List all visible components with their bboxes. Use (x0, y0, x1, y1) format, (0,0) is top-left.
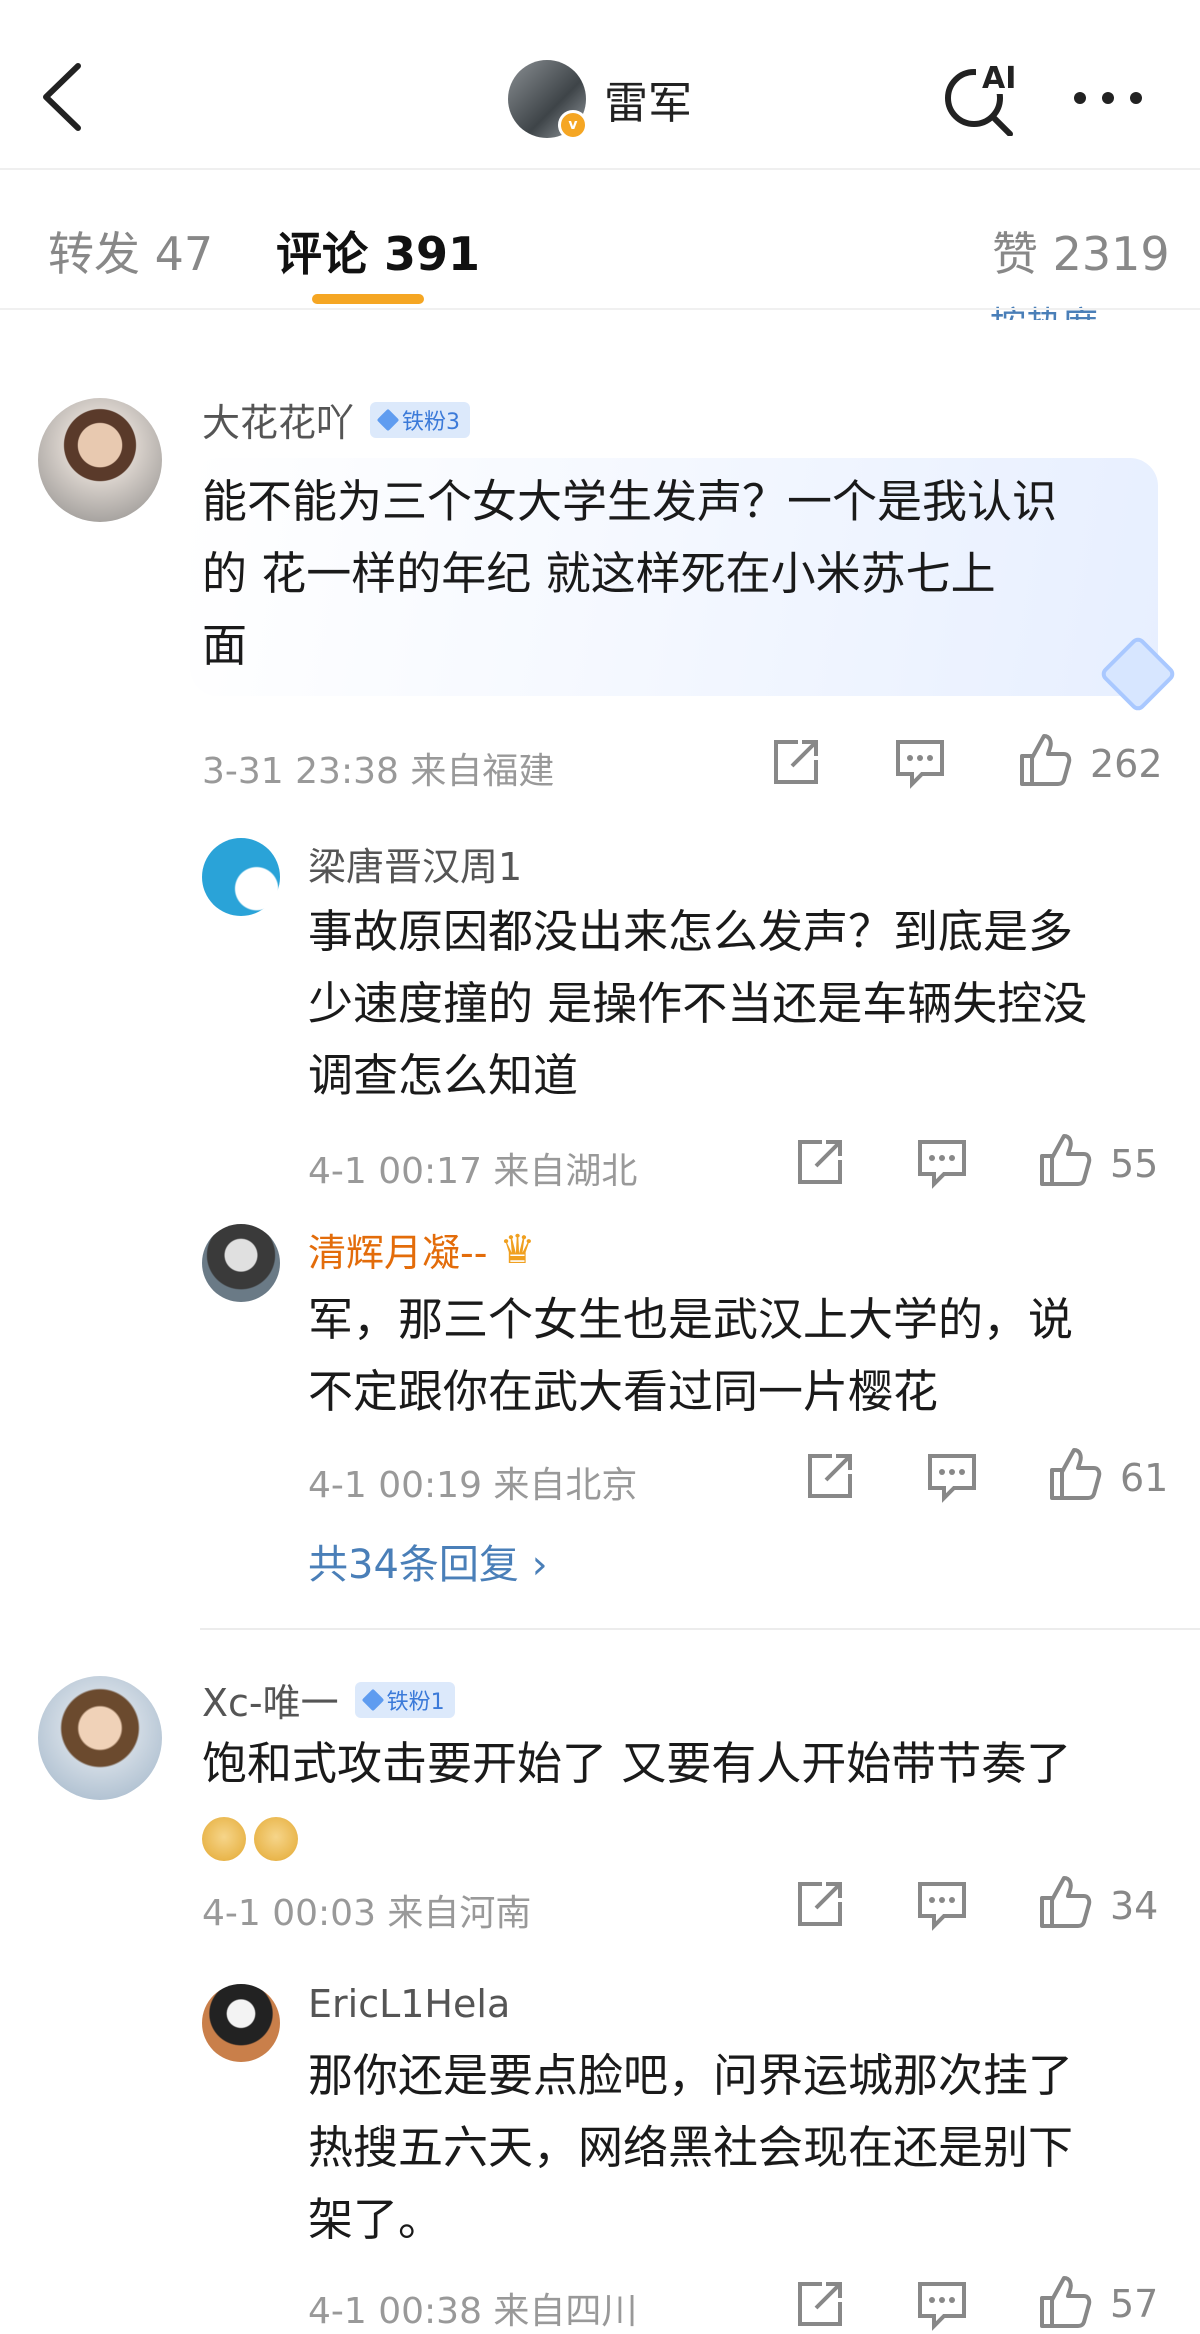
comment-icon[interactable] (914, 1134, 970, 1190)
username-text: 清辉月凝-- (308, 1231, 488, 1275)
reply-line: 架了。 (308, 2193, 444, 2246)
tab-bar: 转发 47 评论 391 赞 2319 (0, 170, 1200, 310)
avatar[interactable] (202, 1984, 280, 2062)
fan-badge: 铁粉3 (370, 401, 471, 438)
diamond-icon (376, 408, 400, 431)
reply-meta: 4-1 00:38 来自四川 (308, 2291, 638, 2332)
tab-comments[interactable]: 评论 391 (276, 218, 480, 284)
comment-line: 面 (202, 619, 248, 672)
avatar[interactable]: v (508, 60, 588, 140)
comment-icon[interactable] (892, 734, 948, 790)
avatar[interactable] (202, 838, 280, 916)
more-dots-icon[interactable] (1070, 70, 1146, 126)
share-icon[interactable] (802, 1448, 858, 1504)
comment-username[interactable]: 大花花吖 铁粉3 (202, 392, 471, 447)
emoji-row (202, 1800, 1071, 1872)
reply-meta: 4-1 00:17 来自湖北 (308, 1151, 638, 1192)
share-icon[interactable] (768, 734, 824, 790)
verified-icon: v (558, 110, 588, 140)
like-count: 262 (1090, 742, 1163, 786)
like-count: 34 (1110, 1884, 1159, 1928)
comment-line: 的 花一样的年纪 就这样死在小米苏七上 (202, 547, 996, 600)
comment-line: 饱和式攻击要开始了 又要有人开始带节奏了 (202, 1737, 1072, 1790)
comment-meta: 4-1 00:03 来自河南 (202, 1893, 532, 1934)
reply-text: 那你还是要点脸吧，问界运城那次挂了 热搜五六天，网络黑社会现在还是别下 架了。 (308, 2040, 1073, 2256)
divider (200, 1628, 1200, 1630)
avatar[interactable] (202, 1224, 280, 1302)
tab-reposts[interactable]: 转发 47 (48, 218, 213, 284)
username-text: 大花花吖 (202, 401, 355, 445)
diamond-icon (361, 1688, 384, 1711)
share-icon[interactable] (792, 1876, 848, 1932)
username-text: Xc-唯一 (202, 1681, 339, 1725)
comment-icon[interactable] (914, 2276, 970, 2332)
view-more-replies-link[interactable]: 共34条回复 › (308, 1532, 548, 1590)
active-tab-indicator (312, 294, 424, 304)
share-icon[interactable] (792, 1134, 848, 1190)
share-icon[interactable] (792, 2276, 848, 2332)
reply-line: 军，那三个女生也是武汉上大学的，说 (308, 1293, 1074, 1346)
fan-badge-label: 铁粉1 (386, 1689, 445, 1715)
thumbs-up-icon[interactable] (1046, 1446, 1102, 1502)
thumbs-up-icon[interactable] (1016, 732, 1072, 788)
back-icon[interactable] (38, 60, 88, 134)
comment-line: 能不能为三个女大学生发声？一个是我认识 (202, 475, 1058, 528)
reply-meta: 4-1 00:19 来自北京 (308, 1465, 638, 1506)
account-name: 雷军 (604, 78, 692, 129)
doge-emoji-icon (254, 1817, 298, 1861)
like-count: 61 (1120, 1456, 1169, 1500)
thumbs-up-icon[interactable] (1036, 1874, 1092, 1930)
reply-line: 热搜五六天，网络黑社会现在还是别下 (308, 2121, 1074, 2174)
reply-line: 调查怎么知道 (308, 1049, 579, 1102)
comment-text: 饱和式攻击要开始了 又要有人开始带节奏了 (202, 1728, 1071, 1872)
comment-icon[interactable] (914, 1876, 970, 1932)
like-count: 57 (1110, 2282, 1159, 2326)
comment-text: 能不能为三个女大学生发声？一个是我认识 的 花一样的年纪 就这样死在小米苏七上 … (202, 466, 1057, 682)
ai-search-icon[interactable]: AI (940, 56, 1020, 136)
thumbs-up-icon[interactable] (1036, 2274, 1092, 2330)
tab-likes[interactable]: 赞 2319 (992, 218, 1170, 284)
reply-line: 不定跟你在武大看过同一片樱花 (308, 1365, 939, 1418)
reply-line: 事故原因都没出来怎么发声？到底是多 (308, 905, 1074, 958)
ai-label: AI (982, 61, 1016, 96)
reply-line: 少速度撞的 是操作不当还是车辆失控没 (308, 977, 1088, 1030)
reply-text: 事故原因都没出来怎么发声？到底是多 少速度撞的 是操作不当还是车辆失控没 调查怎… (308, 896, 1087, 1112)
reply-username[interactable]: EricL1Hela (308, 1982, 510, 2026)
top-bar: v 雷军 AI (0, 0, 1200, 170)
reply-username[interactable]: 梁唐晋汉周1 (308, 836, 522, 891)
comment-username[interactable]: Xc-唯一 铁粉1 (202, 1672, 455, 1727)
reply-line: 那你还是要点脸吧，问界运城那次挂了 (308, 2049, 1074, 2102)
crown-icon: ♛ (499, 1226, 536, 1273)
comment-icon[interactable] (924, 1448, 980, 1504)
thumbs-up-icon[interactable] (1036, 1132, 1092, 1188)
reply-text: 军，那三个女生也是武汉上大学的，说 不定跟你在武大看过同一片樱花 (308, 1284, 1073, 1428)
account-header[interactable]: v 雷军 (508, 60, 692, 140)
like-count: 55 (1110, 1142, 1159, 1186)
avatar[interactable] (38, 1676, 162, 1800)
divider (0, 308, 1200, 310)
avatar[interactable] (38, 398, 162, 522)
fan-badge: 铁粉1 (354, 1681, 455, 1718)
fan-badge-label: 铁粉3 (402, 409, 461, 435)
reply-username[interactable]: 清辉月凝-- ♛ (308, 1222, 535, 1277)
doge-emoji-icon (202, 1817, 246, 1861)
comment-meta: 3-31 23:38 来自福建 (202, 751, 555, 792)
